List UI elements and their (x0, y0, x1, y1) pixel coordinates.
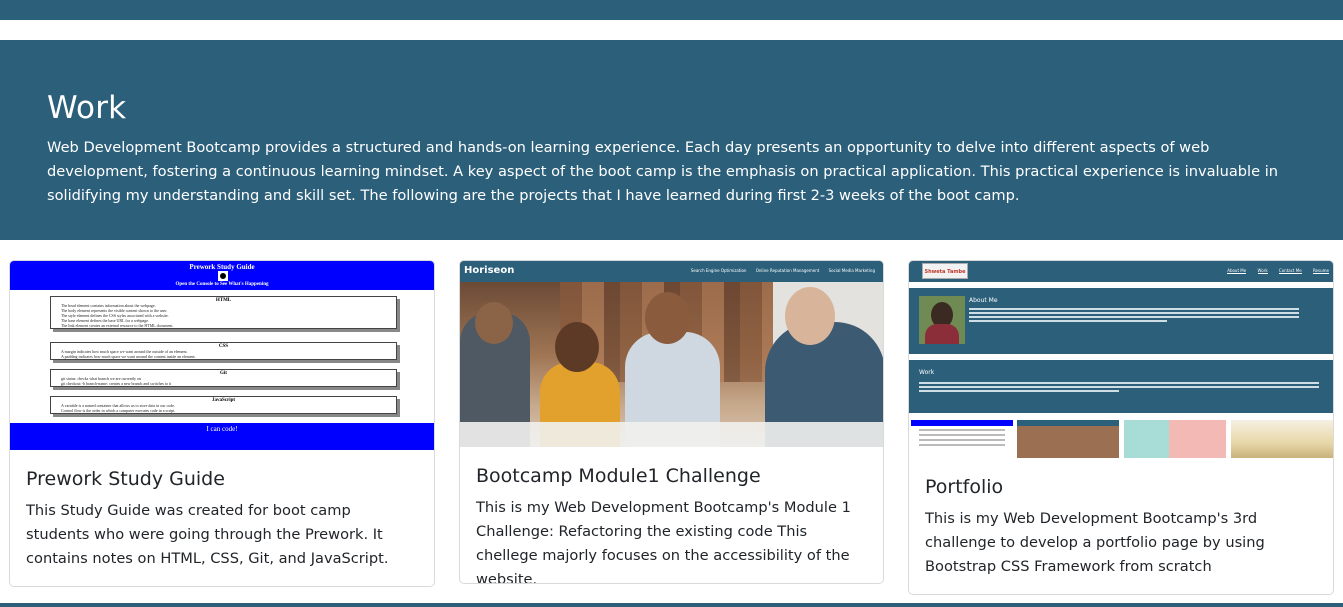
photo-head (555, 322, 599, 372)
thumb-footer: I can code! (206, 425, 238, 433)
thumb-tile (1231, 420, 1333, 458)
project-card-prework[interactable]: Prework Study Guide Open the Console to … (9, 260, 435, 587)
top-navbar-edge (0, 0, 1343, 20)
thumb-nav-link: Online Reputation Management (755, 268, 820, 273)
thumb-about-section: About Me (909, 288, 1333, 354)
thumb-nav-link: Social Media Marketing (828, 268, 875, 273)
note-line: A padding indicates how much space we wa… (61, 354, 196, 359)
thumb-tile (1124, 420, 1226, 458)
profile-photo (919, 296, 965, 344)
section-title: Work (47, 90, 127, 126)
notes-box-git: Git git status: checks what branch we ar… (50, 369, 397, 387)
work-section: Work Web Development Bootcamp provides a… (0, 40, 1343, 240)
photo-head (645, 292, 690, 344)
photo-head (475, 302, 513, 344)
thumb-nav-link: About Me (1227, 268, 1247, 274)
card-title: Portfolio (925, 476, 1004, 498)
project-card-horiseon[interactable]: Horiseon Search Engine Optimization Onli… (459, 260, 884, 584)
project-card-portfolio[interactable]: Shweta Tambe About Me Work Contact Me Re… (908, 260, 1334, 595)
notes-box-html: HTML The head element contains informati… (50, 296, 397, 329)
thumb-nav-links: Search Engine Optimization Online Reputa… (683, 268, 875, 273)
footer-edge (0, 603, 1343, 607)
thumb-nav-link: Resume (1312, 268, 1329, 274)
thumb-nav-link: Contact Me (1278, 268, 1302, 274)
thumb-notes-area: HTML The head element contains informati… (10, 290, 434, 423)
notes-box-css: CSS A margin indicates how much space we… (50, 342, 397, 360)
card-text: This is my Web Development Bootcamp's Mo… (476, 499, 851, 584)
thumb-navbar: Horiseon Search Engine Optimization Onli… (460, 261, 883, 282)
photo-table (460, 422, 883, 447)
thumb-nav-link: Work (1257, 268, 1268, 274)
note-line: git checkout -b branch-name: creates a n… (61, 381, 172, 386)
project-screenshot-portfolio[interactable]: Shweta Tambe About Me Work Contact Me Re… (909, 261, 1333, 458)
card-text: This is my Web Development Bootcamp's 3r… (925, 510, 1265, 575)
thumb-tile (911, 420, 1013, 458)
console-icon (218, 271, 228, 281)
thumb-logo: Horiseon (464, 265, 515, 276)
note-line: Control flow is the order in which a com… (61, 408, 176, 413)
team-photo (460, 282, 883, 447)
thumb-tile (1017, 420, 1119, 458)
thumb-console-note: Open the Console to See What's Happening (175, 282, 269, 287)
card-title: Bootcamp Module1 Challenge (476, 465, 761, 487)
thumb-about-title: About Me (969, 297, 998, 304)
thumb-navbar: Shweta Tambe About Me Work Contact Me Re… (909, 261, 1333, 282)
card-title: Prework Study Guide (26, 468, 225, 490)
thumb-work-title: Work (919, 369, 935, 376)
section-description: Web Development Bootcamp provides a stru… (47, 139, 1279, 204)
thumb-name-logo: Shweta Tambe (922, 263, 968, 279)
photo-head (785, 287, 835, 345)
thumb-nav-link: Search Engine Optimization (690, 268, 747, 273)
notes-box-javascript: JavaScript A variable is a named contain… (50, 396, 397, 414)
thumb-text-lines (919, 382, 1319, 394)
card-text: This Study Guide was created for boot ca… (26, 502, 389, 567)
thumb-work-section: Work (909, 360, 1333, 413)
note-line: The link element creates an external res… (61, 323, 174, 328)
thumb-nav-links: About Me Work Contact Me Resume (1217, 268, 1329, 274)
thumb-heading: Prework Study Guide (189, 263, 255, 271)
thumb-project-tiles (909, 420, 1333, 458)
project-screenshot-horiseon[interactable]: Horiseon Search Engine Optimization Onli… (460, 261, 883, 447)
project-screenshot-prework[interactable]: Prework Study Guide Open the Console to … (10, 261, 434, 450)
thumb-text-lines (969, 308, 1299, 324)
